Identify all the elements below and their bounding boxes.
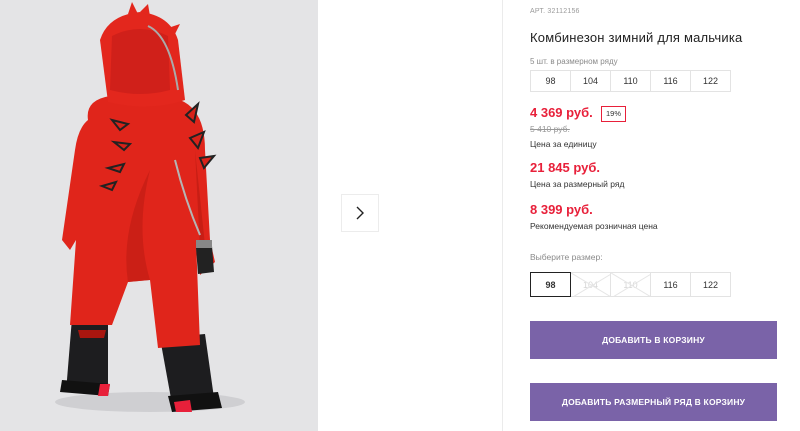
size-selector: 98 104 110 116 122 (530, 272, 731, 297)
panel-divider (502, 0, 503, 431)
product-photo (0, 0, 318, 431)
rrp-price: 8 399 руб. (530, 202, 593, 217)
next-image-button[interactable] (341, 194, 379, 232)
pack-size-row: 98 104 110 116 122 (530, 70, 731, 92)
pack-price-caption: Цена за размерный ряд (530, 179, 625, 189)
product-title: Комбинезон зимний для мальчика (530, 30, 743, 45)
chevron-right-icon (356, 206, 364, 220)
pack-size-cell: 98 (530, 70, 571, 92)
add-to-cart-button[interactable]: ДОБАВИТЬ В КОРЗИНУ (530, 321, 777, 359)
snowsuit-illustration (0, 0, 318, 431)
pack-label: 5 шт. в размерном ряду (530, 57, 618, 66)
rrp-price-caption: Рекомендуемая розничная цена (530, 221, 658, 231)
old-price: 5 410 руб. (530, 124, 570, 134)
unit-price: 4 369 руб. (530, 105, 593, 120)
pack-size-cell: 116 (650, 70, 691, 92)
discount-badge: 19% (601, 106, 627, 122)
product-sku: АРТ. 32112156 (530, 8, 580, 15)
size-option-104: 104 (570, 272, 611, 297)
size-option-98[interactable]: 98 (530, 272, 571, 297)
size-option-122[interactable]: 122 (690, 272, 731, 297)
size-option-116[interactable]: 116 (650, 272, 691, 297)
size-option-110: 110 (610, 272, 651, 297)
pack-price: 21 845 руб. (530, 160, 601, 175)
pack-size-cell: 110 (610, 70, 651, 92)
pack-size-cell: 122 (690, 70, 731, 92)
add-pack-to-cart-button[interactable]: ДОБАВИТЬ РАЗМЕРНЫЙ РЯД В КОРЗИНУ (530, 383, 777, 421)
choose-size-label: Выберите размер: (530, 252, 603, 262)
pack-size-cell: 104 (570, 70, 611, 92)
unit-price-caption: Цена за единицу (530, 139, 597, 149)
